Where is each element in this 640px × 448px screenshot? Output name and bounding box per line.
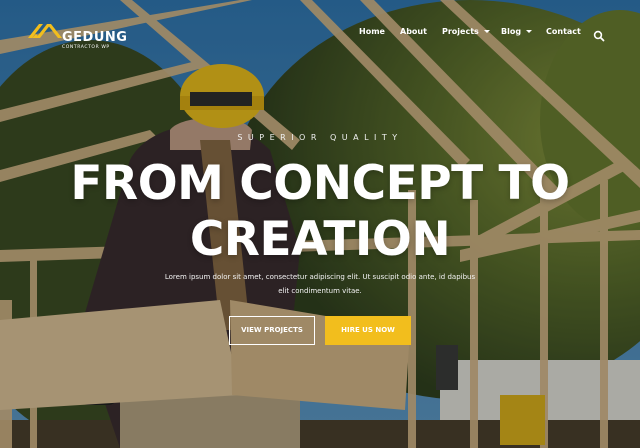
nav-item-projects-label: Projects bbox=[442, 27, 479, 36]
brand-subtitle: CONTRACTOR WP bbox=[62, 45, 110, 50]
view-projects-button[interactable]: VIEW PROJECTS bbox=[229, 316, 315, 345]
nav-item-projects[interactable]: Projects bbox=[442, 22, 490, 42]
search-button[interactable] bbox=[593, 27, 605, 42]
logo-icon bbox=[28, 24, 62, 38]
chevron-down-icon bbox=[483, 30, 490, 33]
site-logo[interactable]: GEDUNG CONTRACTOR WP bbox=[28, 16, 128, 50]
nav-item-blog[interactable]: Blog bbox=[501, 22, 533, 42]
nav-item-home[interactable]: Home bbox=[359, 22, 385, 42]
nav-item-blog-label: Blog bbox=[501, 27, 522, 36]
nav-item-about[interactable]: About bbox=[400, 22, 427, 42]
hero-description: Lorem ipsum dolor sit amet, consectetur … bbox=[164, 273, 476, 295]
brand-name: GEDUNG bbox=[62, 30, 128, 45]
nav-item-contact[interactable]: Contact bbox=[546, 22, 581, 42]
hire-us-button[interactable]: HIRE US NOW bbox=[325, 316, 411, 345]
hero-tagline: SUPERIOR QUALITY bbox=[237, 133, 403, 142]
search-icon bbox=[593, 30, 605, 42]
hero-headline: FROM CONCEPT TO CREATION bbox=[70, 156, 570, 267]
chevron-down-icon bbox=[526, 30, 533, 33]
